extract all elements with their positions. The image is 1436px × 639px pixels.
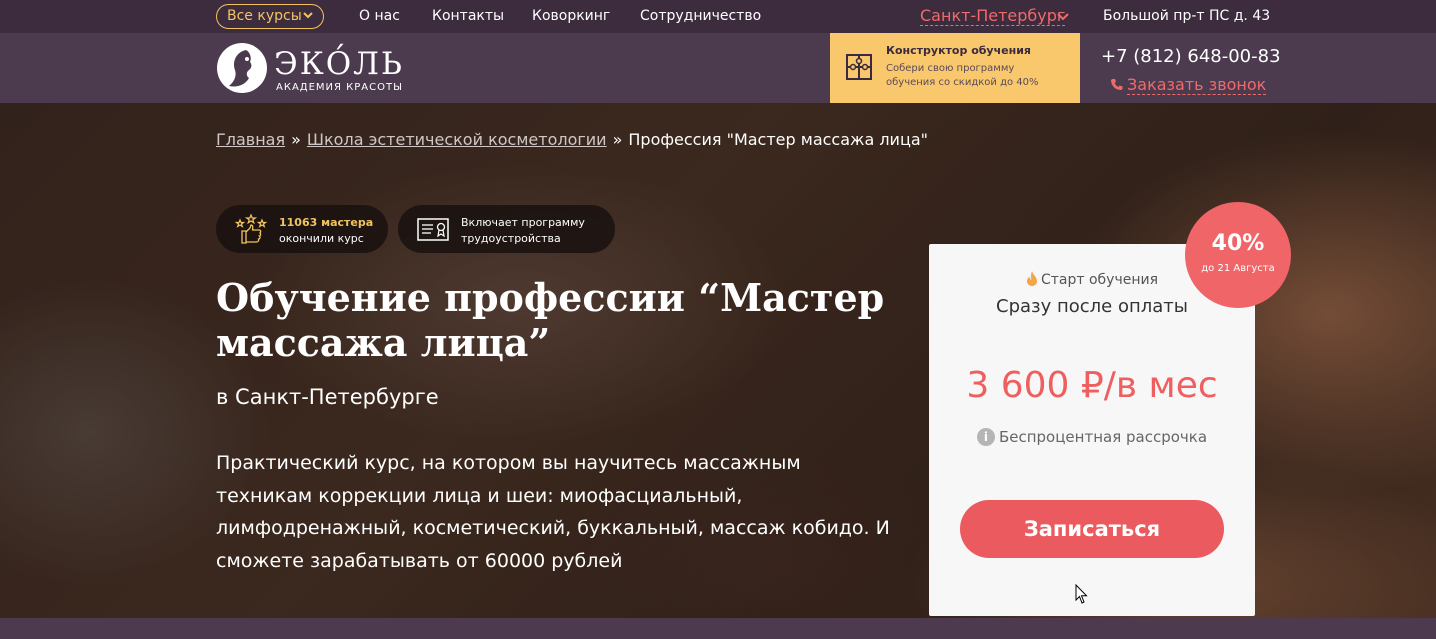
monthly-price: 3 600 ₽/в мес	[966, 365, 1218, 406]
flame-icon	[1026, 271, 1037, 286]
page-subtitle: в Санкт-Петербурге	[216, 385, 439, 409]
nav-link-contacts[interactable]: Контакты	[432, 8, 504, 24]
breadcrumb-separator: »	[612, 130, 623, 149]
city-selector[interactable]: Санкт-Петербург	[920, 6, 1066, 26]
employment-line1: Включает программу	[461, 216, 585, 229]
start-label: Старт обучения	[1040, 272, 1159, 288]
employment-badge: Включает программу трудоустройства	[398, 205, 615, 253]
puzzle-icon	[846, 54, 872, 80]
callback-label: Заказать звонок	[1127, 75, 1267, 95]
breadcrumb-separator: »	[291, 130, 301, 149]
breadcrumb: Главная » Школа эстетической косметологии »…	[216, 130, 928, 149]
logo-subtitle: АКАДЕМИЯ КРАСОТЫ	[276, 82, 403, 93]
price-card: Старт обучения Сразу после оплаты 3 600 …	[929, 244, 1255, 616]
phone-icon	[1111, 79, 1123, 90]
discount-value: 40%	[1211, 231, 1265, 256]
constructor-text: Собери свою программу обучения со скидко…	[886, 63, 1039, 88]
all-courses-button[interactable]: Все курсы	[216, 4, 324, 29]
graduates-count: 11063 мастера	[279, 216, 374, 229]
chevron-down-icon[interactable]	[1056, 11, 1070, 23]
logo-name[interactable]: ЭКО́ЛЬ	[274, 47, 404, 81]
address-text: Большой пр-т ПС д. 43	[1103, 8, 1271, 24]
employment-line2: трудоустройства	[461, 232, 561, 245]
thumbs-up-stars-icon	[234, 213, 268, 244]
installment-row[interactable]: i Беспроцентная рассрочка	[929, 428, 1255, 446]
all-courses-label: Все курсы	[227, 8, 302, 24]
constructor-title: Конструктор обучения	[886, 44, 1031, 57]
site-header: ЭКО́ЛЬ АКАДЕМИЯ КРАСОТЫ Конструктор обуч…	[0, 33, 1436, 103]
breadcrumb-current: Профессия "Мастер массажа лица"	[628, 130, 929, 149]
breadcrumb-home[interactable]: Главная	[216, 130, 285, 149]
nav-link-coworking[interactable]: Коворкинг	[532, 8, 610, 24]
breadcrumb-section[interactable]: Школа эстетической косметологии	[307, 130, 607, 149]
phone-number[interactable]: +7 (812) 648-00-83	[1101, 46, 1281, 67]
page-title: Обучение профессии “Мастер массажа лица”	[216, 275, 885, 365]
signup-button[interactable]: Записаться	[960, 500, 1224, 558]
discount-deadline: до 21 Августа	[1201, 263, 1275, 274]
discount-badge: 40% до 21 Августа	[1185, 202, 1291, 308]
nav-link-about[interactable]: О нас	[359, 8, 400, 24]
bottom-band	[0, 618, 1436, 639]
nav-link-partnership[interactable]: Сотрудничество	[640, 8, 761, 24]
info-icon[interactable]: i	[976, 428, 995, 446]
course-constructor-banner[interactable]: Конструктор обучения Собери свою програм…	[830, 33, 1080, 103]
mouse-cursor-icon	[1075, 584, 1088, 604]
chevron-down-icon	[303, 12, 313, 19]
course-description: Практический курс, на котором вы научите…	[216, 452, 890, 572]
graduates-badge: 11063 мастера окончили курс	[216, 205, 388, 253]
logo-icon[interactable]	[216, 42, 268, 94]
installment-label: Беспроцентная рассрочка	[998, 428, 1208, 446]
start-value: Сразу после оплаты	[996, 296, 1188, 317]
hero-section: Главная » Школа эстетической косметологии »…	[0, 103, 1436, 618]
certificate-icon	[417, 218, 449, 241]
top-bar: Все курсы О нас Контакты Коворкинг Сотру…	[0, 0, 1436, 33]
callback-link[interactable]: Заказать звонок	[1110, 75, 1267, 95]
graduates-caption: окончили курс	[279, 232, 364, 245]
